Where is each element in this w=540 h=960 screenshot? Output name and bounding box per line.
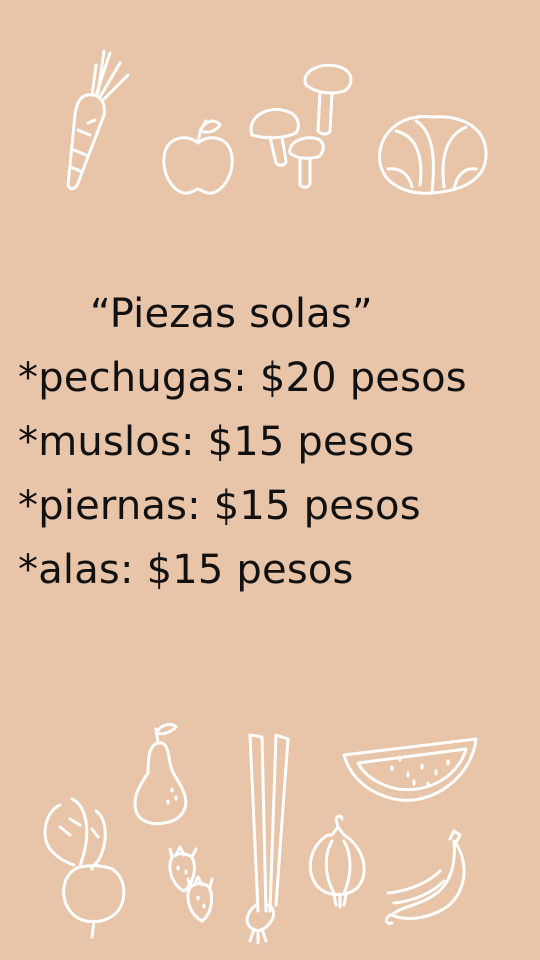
price-item-piernas: *piernas: $15 pesos — [18, 483, 421, 529]
leek-icon — [245, 733, 290, 945]
mushrooms-icon — [249, 63, 353, 189]
watermelon-slice-icon — [342, 737, 478, 802]
apple-icon — [162, 119, 234, 195]
price-list: “Piezas solas” *pechugas: $20 pesos *mus… — [18, 282, 538, 602]
menu-card: { "card": { "title": "“Piezas solas”", "… — [0, 0, 540, 960]
price-item-pechugas: *pechugas: $20 pesos — [18, 355, 467, 401]
beet-icon — [43, 797, 126, 939]
cabbage-icon — [378, 115, 488, 195]
price-item-alas: *alas: $15 pesos — [18, 547, 354, 593]
top-illustrations — [0, 35, 540, 205]
price-list-title: “Piezas solas” — [90, 291, 373, 337]
onion-icon — [308, 814, 366, 909]
bottom-illustrations — [0, 715, 540, 955]
strawberries-icon — [168, 845, 214, 923]
pear-icon — [133, 723, 188, 826]
price-item-muslos: *muslos: $15 pesos — [18, 419, 415, 465]
carrot-icon — [66, 49, 130, 191]
bananas-icon — [384, 829, 466, 925]
